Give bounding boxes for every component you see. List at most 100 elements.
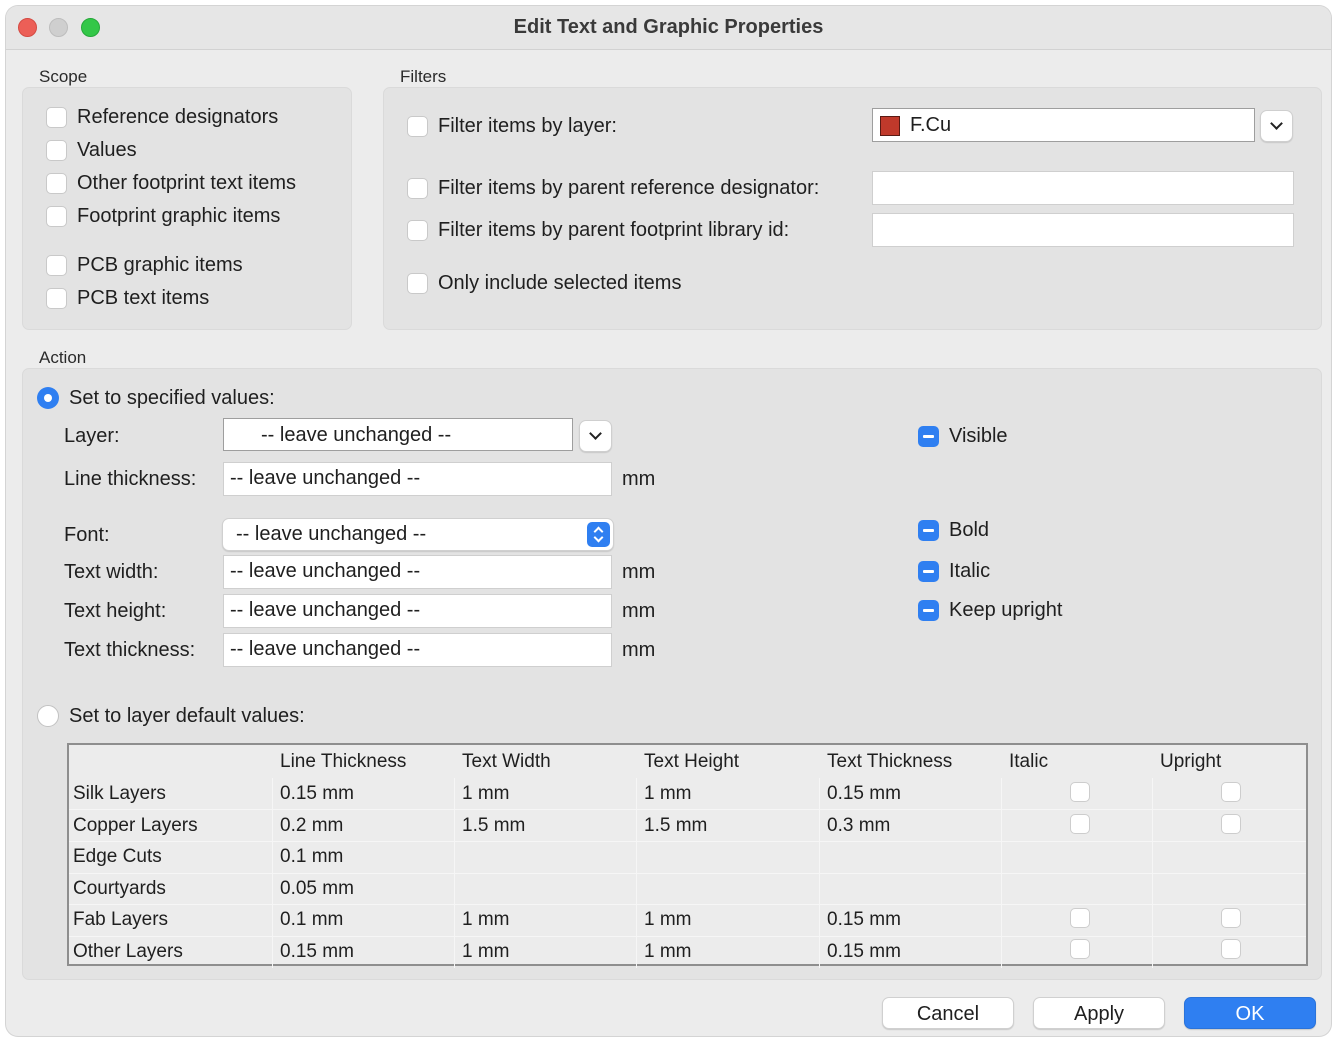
- italic-cell-checkbox[interactable]: [1070, 939, 1090, 959]
- cell-text-width[interactable]: 1 mm: [462, 941, 510, 963]
- filter-by-libid-checkbox[interactable]: [407, 220, 428, 241]
- layer-dropdown-button[interactable]: [579, 420, 612, 452]
- row-name: Fab Layers: [73, 909, 169, 930]
- text-thickness-label: Text thickness:: [64, 639, 196, 661]
- cell-line-thickness[interactable]: 0.15 mm: [280, 941, 354, 963]
- italic-label[interactable]: Italic: [949, 560, 990, 583]
- upright-cell-checkbox[interactable]: [1221, 908, 1241, 928]
- font-value: -- leave unchanged --: [236, 523, 427, 545]
- cell-text-height[interactable]: 1.5 mm: [644, 815, 707, 837]
- row-name: Copper Layers: [73, 815, 198, 836]
- italic-cell-checkbox[interactable]: [1070, 908, 1090, 928]
- text-height-label: Text height:: [64, 600, 167, 622]
- refdes-filter-input[interactable]: [872, 171, 1294, 205]
- reference-designators-label[interactable]: Reference designators: [77, 106, 278, 129]
- keep-upright-label[interactable]: Keep upright: [949, 599, 1062, 622]
- other-footprint-text-checkbox[interactable]: [46, 173, 67, 194]
- text-thickness-input[interactable]: -- leave unchanged --: [223, 633, 612, 667]
- text-width-input[interactable]: -- leave unchanged --: [223, 555, 612, 589]
- scope-section-label: Scope: [39, 67, 88, 86]
- dialog-window: Edit Text and Graphic Properties Scope R…: [6, 6, 1331, 1036]
- cell-line-thickness[interactable]: 0.1 mm: [280, 846, 343, 868]
- upright-cell-checkbox[interactable]: [1221, 814, 1241, 834]
- layer-combo[interactable]: -- leave unchanged --: [223, 418, 573, 451]
- set-defaults-label[interactable]: Set to layer default values:: [69, 705, 305, 728]
- row-name: Silk Layers: [73, 783, 166, 804]
- italic-cell-checkbox[interactable]: [1070, 782, 1090, 802]
- reference-designators-checkbox[interactable]: [46, 107, 67, 128]
- values-label[interactable]: Values: [77, 139, 137, 162]
- header-upright: Upright: [1160, 751, 1222, 772]
- filter-layer-combo[interactable]: F.Cu: [872, 108, 1255, 142]
- line-thickness-input[interactable]: -- leave unchanged --: [223, 462, 612, 496]
- filter-layer-dropdown-button[interactable]: [1260, 110, 1293, 142]
- layer-label: Layer:: [64, 425, 120, 447]
- filter-by-layer-checkbox[interactable]: [407, 116, 428, 137]
- layer-defaults-grid[interactable]: Line Thickness Text Width Text Height Te…: [67, 743, 1308, 968]
- row-name: Other Layers: [73, 941, 183, 962]
- window-title: Edit Text and Graphic Properties: [513, 16, 824, 38]
- cell-text-height[interactable]: 1 mm: [644, 909, 692, 931]
- cell-line-thickness[interactable]: 0.1 mm: [280, 909, 343, 931]
- values-checkbox[interactable]: [46, 140, 67, 161]
- apply-button[interactable]: Apply: [1033, 997, 1165, 1029]
- footprint-graphic-label[interactable]: Footprint graphic items: [77, 205, 280, 228]
- row-name: Courtyards: [73, 878, 166, 899]
- text-height-input[interactable]: -- leave unchanged --: [223, 594, 612, 628]
- filter-by-layer-label[interactable]: Filter items by layer:: [438, 115, 617, 138]
- cell-text-thickness[interactable]: 0.15 mm: [827, 909, 901, 931]
- visible-label[interactable]: Visible: [949, 425, 1008, 448]
- title-bar: Edit Text and Graphic Properties: [6, 6, 1331, 50]
- pcb-graphic-label[interactable]: PCB graphic items: [77, 254, 243, 277]
- cell-text-height[interactable]: 1 mm: [644, 783, 692, 805]
- pcb-text-label[interactable]: PCB text items: [77, 287, 209, 310]
- cell-line-thickness[interactable]: 0.2 mm: [280, 815, 343, 837]
- header-text-thickness: Text Thickness: [827, 751, 953, 772]
- chevron-down-icon: [589, 427, 602, 440]
- text-height-unit: mm: [622, 600, 656, 622]
- only-selected-checkbox[interactable]: [407, 273, 428, 294]
- italic-checkbox[interactable]: [918, 561, 939, 582]
- cell-text-thickness[interactable]: 0.15 mm: [827, 941, 901, 963]
- footprint-graphic-checkbox[interactable]: [46, 206, 67, 227]
- text-width-unit: mm: [622, 561, 656, 583]
- keep-upright-checkbox[interactable]: [918, 600, 939, 621]
- ok-button[interactable]: OK: [1184, 997, 1316, 1029]
- visible-checkbox[interactable]: [918, 426, 939, 447]
- layer-color-swatch: [880, 116, 900, 136]
- pcb-graphic-checkbox[interactable]: [46, 255, 67, 276]
- cell-text-width[interactable]: 1 mm: [462, 783, 510, 805]
- filter-by-refdes-label[interactable]: Filter items by parent reference designa…: [438, 177, 819, 200]
- only-selected-label[interactable]: Only include selected items: [438, 272, 681, 295]
- bold-label[interactable]: Bold: [949, 519, 989, 542]
- text-width-label: Text width:: [64, 561, 159, 583]
- cell-text-height[interactable]: 1 mm: [644, 941, 692, 963]
- cell-text-thickness[interactable]: 0.3 mm: [827, 815, 890, 837]
- upright-cell-checkbox[interactable]: [1221, 782, 1241, 802]
- set-specified-label[interactable]: Set to specified values:: [69, 387, 275, 410]
- cell-line-thickness[interactable]: 0.05 mm: [280, 878, 354, 900]
- header-text-height: Text Height: [644, 751, 740, 772]
- chevron-down-icon: [1270, 117, 1283, 130]
- set-specified-radio[interactable]: [37, 387, 59, 409]
- set-defaults-radio[interactable]: [37, 705, 59, 727]
- filter-by-refdes-checkbox[interactable]: [407, 178, 428, 199]
- pcb-text-checkbox[interactable]: [46, 288, 67, 309]
- cancel-button[interactable]: Cancel: [882, 997, 1014, 1029]
- bold-checkbox[interactable]: [918, 520, 939, 541]
- cell-text-width[interactable]: 1 mm: [462, 909, 510, 931]
- popup-arrows-icon: [587, 522, 610, 547]
- text-thickness-unit: mm: [622, 639, 656, 661]
- italic-cell-checkbox[interactable]: [1070, 814, 1090, 834]
- line-thickness-unit: mm: [622, 468, 656, 490]
- filter-by-libid-label[interactable]: Filter items by parent footprint library…: [438, 219, 789, 242]
- cell-line-thickness[interactable]: 0.15 mm: [280, 783, 354, 805]
- other-footprint-text-label[interactable]: Other footprint text items: [77, 172, 296, 195]
- filters-section-label: Filters: [400, 67, 447, 86]
- cell-text-thickness[interactable]: 0.15 mm: [827, 783, 901, 805]
- font-popup[interactable]: -- leave unchanged --: [222, 518, 614, 551]
- header-text-width: Text Width: [462, 751, 551, 772]
- cell-text-width[interactable]: 1.5 mm: [462, 815, 525, 837]
- libid-filter-input[interactable]: [872, 213, 1294, 247]
- upright-cell-checkbox[interactable]: [1221, 939, 1241, 959]
